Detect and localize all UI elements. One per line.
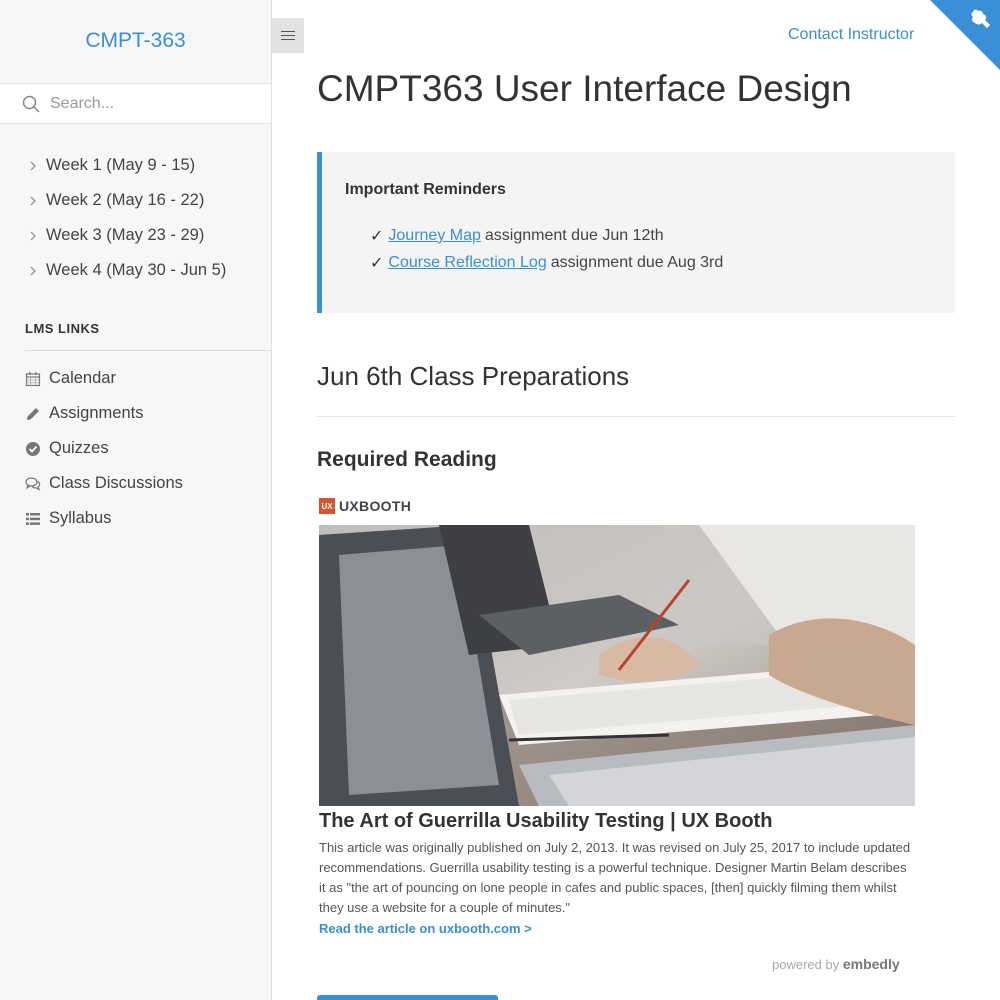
article-embed-card: UX UXBOOTH The Art of Guerrilla Usabilit…	[319, 497, 915, 936]
chevron-right-icon	[30, 231, 36, 240]
chevron-right-icon	[30, 161, 36, 170]
sidebar-item-class-discussions[interactable]: Class Discussions	[25, 466, 183, 501]
lms-link-label: Syllabus	[49, 509, 112, 527]
chevron-right-icon	[30, 266, 36, 275]
reminders-list: ✓ Journey Map assignment due Jun 12th ✓ …	[370, 222, 723, 276]
journey-map-link[interactable]: Journey Map	[388, 227, 481, 245]
lms-link-label: Assignments	[49, 404, 144, 422]
sidebar-item-week-3[interactable]: Week 3 (May 23 - 29)	[0, 218, 271, 253]
course-reflection-log-link[interactable]: Course Reflection Log	[388, 254, 546, 272]
sidebar-item-week-2[interactable]: Week 2 (May 16 - 22)	[0, 183, 271, 218]
lms-links-list: Calendar Assignments Quizzes Class Discu…	[25, 361, 183, 536]
site-title-link[interactable]: CMPT-363	[0, 29, 271, 53]
list-icon	[25, 511, 41, 527]
pencil-icon	[25, 406, 41, 422]
reminder-text: assignment due Aug 3rd	[550, 253, 724, 271]
sidebar-item-assignments[interactable]: Assignments	[25, 396, 183, 431]
week-label: Week 2 (May 16 - 22)	[46, 191, 205, 209]
calendar-icon	[25, 371, 41, 387]
search-icon	[22, 95, 40, 113]
reminder-item: ✓ Course Reflection Log assignment due A…	[370, 249, 723, 276]
divider	[25, 350, 271, 351]
reminder-text: assignment due Jun 12th	[484, 226, 664, 244]
provider-name: UXBOOTH	[339, 498, 412, 514]
chevron-right-icon	[30, 196, 36, 205]
check-circle-icon	[25, 441, 41, 457]
article-title[interactable]: The Art of Guerrilla Usability Testing |…	[319, 810, 915, 833]
search-bar	[0, 83, 271, 124]
sidebar-item-syllabus[interactable]: Syllabus	[25, 501, 183, 536]
contact-instructor-link[interactable]: Contact Instructor	[788, 26, 914, 44]
checkmark-icon: ✓	[370, 227, 384, 245]
read-article-link[interactable]: Read the article on uxbooth.com >	[319, 921, 915, 936]
section-title: Jun 6th Class Preparations	[317, 361, 630, 391]
reminders-callout: Important Reminders ✓ Journey Map assign…	[317, 152, 955, 313]
embedly-brand: embedly	[842, 956, 900, 972]
sidebar-item-week-1[interactable]: Week 1 (May 9 - 15)	[0, 148, 271, 183]
reminder-item: ✓ Journey Map assignment due Jun 12th	[370, 222, 723, 249]
lms-link-label: Class Discussions	[49, 474, 183, 492]
lms-link-label: Calendar	[49, 369, 116, 387]
week-label: Week 3 (May 23 - 29)	[46, 226, 205, 244]
lms-link-label: Quizzes	[49, 439, 109, 457]
checkmark-icon: ✓	[370, 254, 384, 272]
week-label: Week 4 (May 30 - Jun 5)	[46, 261, 227, 279]
search-input[interactable]	[50, 93, 260, 115]
reminders-title: Important Reminders	[345, 181, 506, 198]
divider	[317, 416, 955, 417]
comments-icon	[25, 476, 41, 492]
sidebar-item-week-4[interactable]: Week 4 (May 30 - Jun 5)	[0, 253, 271, 288]
subsection-title: Required Reading	[317, 448, 497, 471]
powered-prefix: powered by	[772, 957, 843, 972]
article-description: This article was originally published on…	[319, 840, 911, 915]
week-list: Week 1 (May 9 - 15) Week 2 (May 16 - 22)…	[0, 148, 271, 288]
uxbooth-logo: UX	[319, 498, 335, 514]
github-corner-icon[interactable]	[930, 0, 1000, 70]
hamburger-icon	[281, 31, 295, 32]
sidebar-item-quizzes[interactable]: Quizzes	[25, 431, 183, 466]
sidebar-toggle-button[interactable]	[272, 18, 304, 53]
powered-by-embedly[interactable]: powered by embedly	[772, 956, 900, 972]
week-label: Week 1 (May 9 - 15)	[46, 156, 196, 174]
article-image[interactable]	[319, 525, 915, 806]
next-button-edge[interactable]	[317, 995, 498, 1000]
embed-provider: UX UXBOOTH	[319, 497, 915, 515]
lms-links-header: LMS LINKS	[25, 321, 100, 336]
sidebar-item-calendar[interactable]: Calendar	[25, 361, 183, 396]
sidebar: CMPT-363 Week 1 (May 9 - 15) Week 2 (May…	[0, 0, 272, 1000]
page-title: CMPT363 User Interface Design	[317, 68, 852, 109]
